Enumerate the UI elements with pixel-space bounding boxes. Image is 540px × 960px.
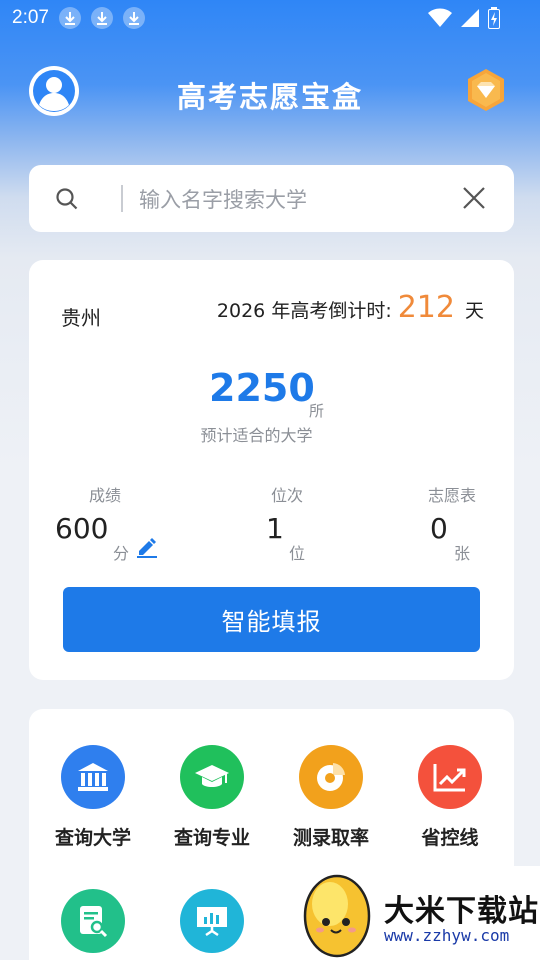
trend-chart-icon: [418, 745, 482, 809]
tool-item-5[interactable]: [34, 889, 152, 953]
summary-card: 贵州 2026 年高考倒计时: 212 天 2250 所 预计适合的大学 成绩 …: [29, 260, 514, 680]
download-icon: [90, 7, 113, 29]
site-watermark: 大米下载站 www.zzhyw.com: [296, 866, 540, 960]
score-label: 成绩: [89, 486, 122, 505]
tool-query-university[interactable]: 查询大学: [34, 745, 152, 850]
plan-table-value[interactable]: 0: [430, 512, 448, 545]
search-icon: [55, 187, 79, 215]
wifi-icon: [428, 8, 452, 32]
countdown-suffix: 天: [464, 300, 484, 322]
plan-table-unit: 张: [454, 544, 471, 563]
smart-fill-button[interactable]: 智能填报: [63, 587, 480, 652]
edit-icon[interactable]: [136, 536, 158, 562]
plan-table-label: 志愿表: [428, 486, 477, 505]
score-unit: 分: [113, 544, 130, 563]
countdown-days: 212: [397, 290, 455, 325]
watermark-url: www.zzhyw.com: [384, 926, 510, 945]
tool-label: 测录取率: [292, 827, 369, 849]
province-selector[interactable]: 贵州: [61, 302, 101, 331]
title-bar: 高考志愿宝盒: [0, 62, 540, 122]
university-icon: [61, 745, 125, 809]
tool-label: 省控线: [421, 827, 479, 849]
countdown-prefix: 2026 年高考倒计时:: [216, 300, 392, 322]
battery-icon: [488, 7, 500, 33]
pie-chart-icon: [299, 745, 363, 809]
rank-unit: 位: [289, 544, 306, 563]
fit-university-caption: 预计适合的大学: [200, 426, 313, 445]
fit-university-count[interactable]: 2250: [209, 366, 315, 410]
tool-admission-rate[interactable]: 测录取率: [272, 745, 390, 850]
search-input[interactable]: 输入名字搜索大学: [139, 184, 307, 214]
exam-countdown: 2026 年高考倒计时: 212 天: [217, 290, 484, 325]
mascot-icon: [300, 868, 374, 960]
signal-icon: [460, 8, 480, 32]
rank-value[interactable]: 1: [266, 512, 284, 545]
watermark-title: 大米下载站: [384, 894, 539, 929]
tool-query-major[interactable]: 查询专业: [153, 745, 271, 850]
presentation-chart-icon: [180, 889, 244, 953]
download-icon: [122, 7, 145, 29]
tool-label: 查询专业: [173, 827, 250, 849]
close-icon[interactable]: [462, 186, 486, 214]
tool-province-line[interactable]: 省控线: [391, 745, 509, 850]
rank-label: 位次: [271, 486, 304, 505]
search-divider: [121, 185, 123, 212]
page-title: 高考志愿宝盒: [176, 80, 363, 114]
tool-label: 查询大学: [54, 827, 131, 849]
fit-university-unit: 所: [309, 402, 325, 420]
vip-diamond-icon[interactable]: [466, 68, 506, 112]
graduation-cap-icon: [180, 745, 244, 809]
document-search-icon: [61, 889, 125, 953]
search-bar[interactable]: 输入名字搜索大学: [29, 165, 514, 232]
score-value[interactable]: 600: [55, 512, 108, 545]
tool-item-6[interactable]: [153, 889, 271, 953]
status-time: 2:07: [12, 7, 49, 28]
download-icon: [58, 7, 81, 29]
status-bar: 2:07: [0, 0, 540, 36]
